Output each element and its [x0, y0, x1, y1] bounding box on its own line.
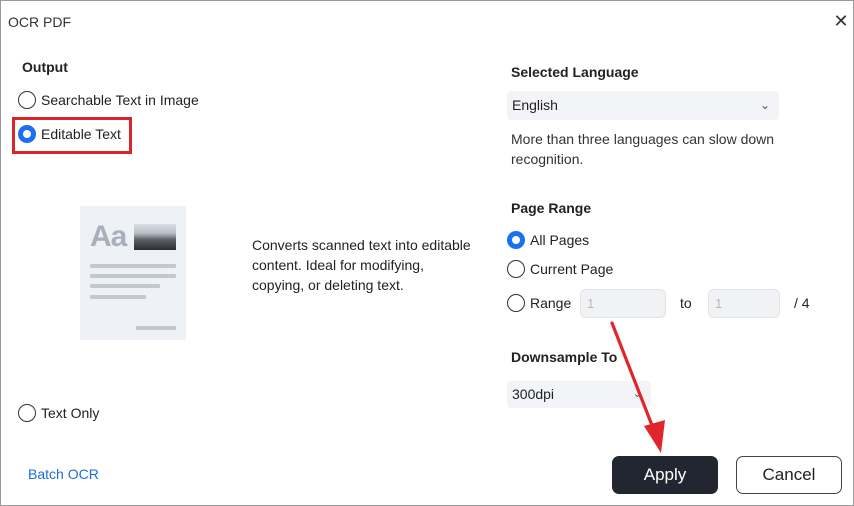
output-heading: Output: [22, 59, 68, 75]
dialog-title: OCR PDF: [8, 14, 71, 30]
language-select[interactable]: English ⌄: [507, 91, 779, 120]
range-to-input[interactable]: 1: [708, 289, 780, 318]
cancel-button[interactable]: Cancel: [736, 456, 842, 494]
language-selected-value: English: [512, 97, 558, 113]
page-range-heading: Page Range: [511, 200, 592, 216]
range-to-label: to: [680, 295, 692, 311]
radio-unchecked-icon[interactable]: [18, 404, 36, 422]
radio-unchecked-icon[interactable]: [507, 260, 525, 278]
preview-sample-text: Aa: [90, 220, 127, 253]
chevron-down-icon: ⌄: [759, 98, 770, 112]
batch-ocr-link[interactable]: Batch OCR: [28, 466, 99, 482]
editable-text-preview: Aa: [80, 206, 186, 340]
preview-text-line: [90, 274, 176, 278]
preview-image-thumbnail: [134, 224, 176, 250]
language-heading: Selected Language: [511, 64, 639, 80]
close-icon[interactable]: ✕: [831, 11, 851, 31]
page-range-option-label: Current Page: [530, 261, 614, 277]
output-option-searchable-text[interactable]: Searchable Text in Image: [18, 91, 199, 109]
page-range-option-label: Range: [530, 295, 572, 311]
output-option-text-only[interactable]: Text Only: [18, 404, 99, 422]
page-range-current-page[interactable]: Current Page: [507, 260, 613, 278]
output-option-label: Searchable Text in Image: [41, 92, 199, 108]
page-range-all-pages[interactable]: All Pages: [507, 231, 589, 249]
output-description: Converts scanned text into editable cont…: [252, 237, 471, 293]
radio-unchecked-icon[interactable]: [18, 91, 36, 109]
preview-text-line: [90, 284, 160, 288]
ocr-pdf-dialog: OCR PDF ✕ Output Searchable Text in Imag…: [0, 0, 854, 506]
preview-text-line: [90, 264, 176, 268]
highlight-box: [12, 117, 132, 154]
chevron-down-icon: ⌄: [632, 388, 642, 400]
output-option-label: Text Only: [41, 405, 100, 421]
downsample-selected-value: 300dpi: [512, 386, 555, 402]
page-range-range[interactable]: Range: [507, 294, 571, 312]
downsample-heading: Downsample To: [511, 349, 618, 365]
downsample-select[interactable]: 300dpi ⌄: [507, 381, 651, 408]
preview-text-line: [136, 326, 176, 330]
preview-text-line: [90, 295, 146, 299]
page-total-label: / 4: [794, 295, 810, 311]
range-from-input[interactable]: 1: [580, 289, 666, 318]
apply-button[interactable]: Apply: [612, 456, 718, 494]
radio-unchecked-icon[interactable]: [507, 294, 525, 312]
language-note: More than three languages can slow down …: [511, 131, 775, 167]
radio-checked-icon[interactable]: [507, 231, 525, 249]
page-range-option-label: All Pages: [530, 232, 590, 248]
